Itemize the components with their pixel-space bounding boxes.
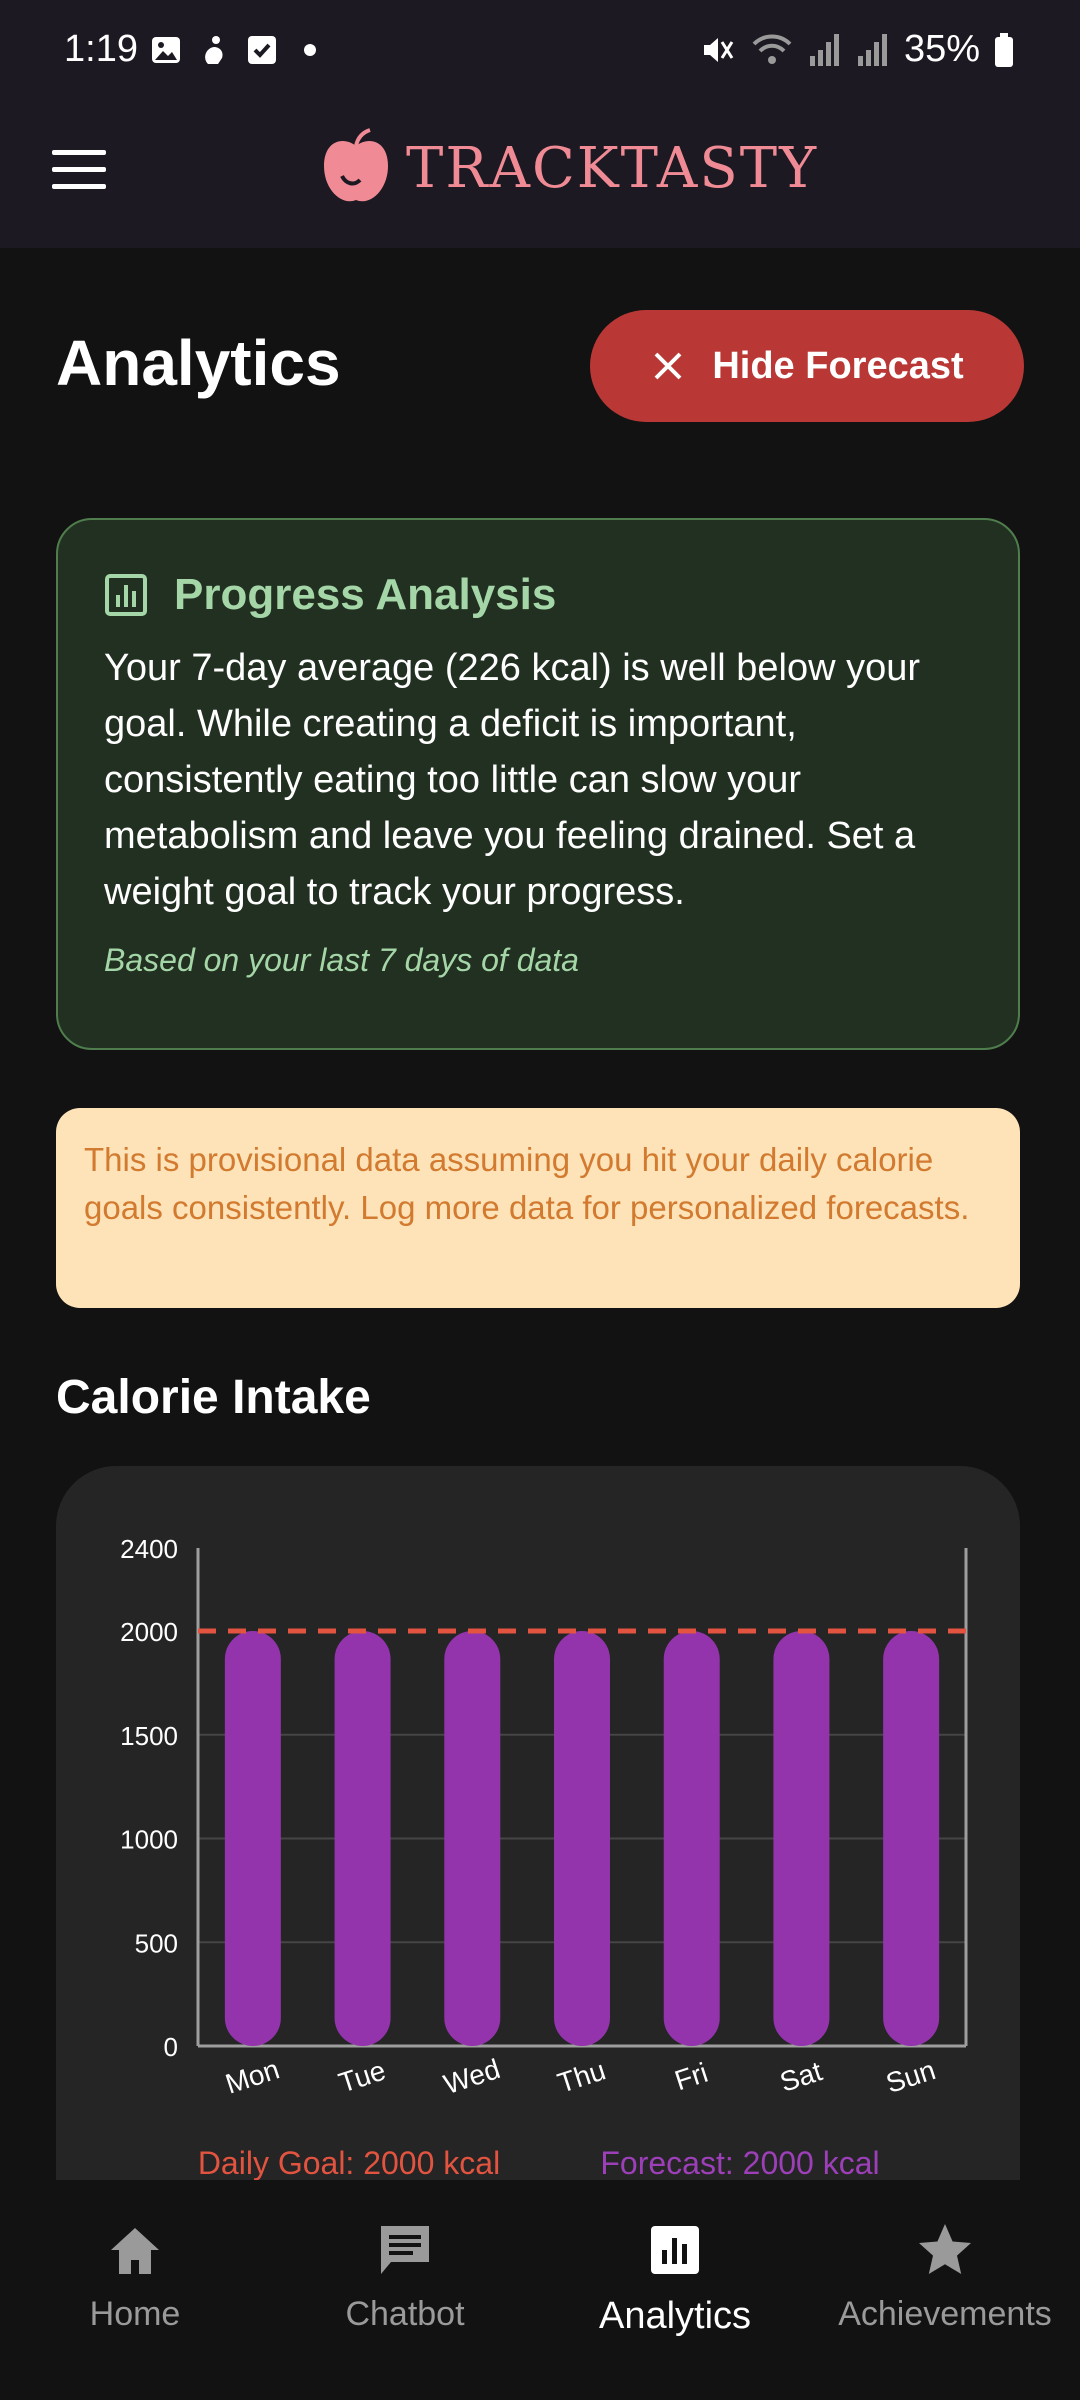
legend-forecast: Forecast: 2000 kcal [600, 2145, 879, 2180]
analytics-icon [651, 2226, 699, 2274]
nav-achievements[interactable]: Achievements [810, 2220, 1080, 2334]
analysis-body: Your 7-day average (226 kcal) is well be… [104, 647, 921, 913]
analysis-note: Based on your last 7 days of data [104, 942, 579, 978]
bar-chart-icon [105, 574, 147, 616]
bar-thu [554, 1631, 610, 2046]
signal-icon-2 [857, 33, 887, 66]
nav-home-label: Home [89, 2295, 181, 2333]
checkbox-icon [248, 36, 276, 64]
status-time: 1:19 [64, 28, 138, 70]
nav-chatbot-label: Chatbot [345, 2295, 465, 2333]
star-icon [919, 2224, 971, 2274]
calorie-intake-title: Calorie Intake [56, 1371, 371, 1424]
battery-percent: 35% [903, 28, 980, 70]
x-tick-label: Wed [440, 2053, 504, 2100]
x-tick-label: Sat [776, 2055, 826, 2098]
bar-sun [883, 1631, 940, 2046]
y-tick-label: 1500 [120, 1721, 178, 1751]
nav-achievements-label: Achievements [838, 2295, 1052, 2333]
y-tick-label: 500 [135, 1928, 178, 1958]
app-header: 1:19 35% TRACKTASTY [0, 0, 1080, 248]
accessibility-icon [205, 36, 223, 64]
close-icon [654, 352, 682, 380]
home-icon [111, 2228, 159, 2274]
dot-icon [304, 44, 316, 56]
y-tick-label: 2400 [120, 1534, 178, 1564]
legend-daily-goal: Daily Goal: 2000 kcal [198, 2145, 500, 2180]
nav-chatbot[interactable]: Chatbot [270, 2220, 540, 2334]
nav-analytics[interactable]: Analytics [540, 2220, 810, 2338]
bar-sat [773, 1631, 830, 2046]
bottom-navigation: Home Chatbot Analytics Achievements [0, 2180, 1080, 2400]
y-tick-label: 0 [164, 2032, 178, 2062]
chat-icon [381, 2226, 429, 2274]
provisional-data-banner: This is provisional data assuming you hi… [56, 1108, 1020, 1308]
nav-home[interactable]: Home [0, 2220, 270, 2334]
x-tick-label: Sun [882, 2054, 939, 2099]
app-logo: TRACKTASTY [320, 128, 818, 208]
nav-analytics-label: Analytics [598, 2295, 752, 2337]
wifi-icon [752, 34, 792, 64]
bar-mon [224, 1631, 281, 2046]
y-tick-label: 2000 [120, 1617, 178, 1647]
x-tick-label: Fri [671, 2057, 712, 2097]
logo-text: TRACKTASTY [406, 135, 819, 201]
hide-forecast-button[interactable]: Hide Forecast [590, 310, 1024, 422]
x-tick-label: Thu [554, 2054, 609, 2098]
notification-icons [150, 34, 326, 66]
menu-button[interactable] [52, 150, 106, 190]
bar-wed [444, 1631, 501, 2046]
bar-tue [334, 1631, 391, 2046]
mute-icon [703, 37, 734, 62]
page-title: Analytics [56, 327, 341, 399]
y-tick-label: 1000 [120, 1825, 178, 1855]
signal-icon [809, 33, 839, 66]
calorie-chart-card: 0 500 1000 1500 2000 2400 Mon Tue Wed Thu Fri Sat Su… [56, 1466, 1020, 2180]
analysis-title: Progress Analysis [174, 570, 557, 619]
calorie-chart: 0 500 1000 1500 2000 2400 Mon Tue Wed Thu Fri Sat Su… [120, 1534, 968, 2180]
battery-icon [995, 32, 1013, 67]
gallery-icon [152, 37, 180, 63]
bar-fri [663, 1631, 720, 2046]
apple-logo-icon [324, 128, 388, 202]
progress-analysis-card: Progress Analysis Your 7-day average (22… [56, 518, 1020, 1050]
system-status: 35% [700, 28, 1014, 71]
x-tick-label: Mon [222, 2053, 283, 2099]
hide-forecast-label: Hide Forecast [712, 344, 964, 387]
x-tick-label: Tue [335, 2055, 389, 2099]
